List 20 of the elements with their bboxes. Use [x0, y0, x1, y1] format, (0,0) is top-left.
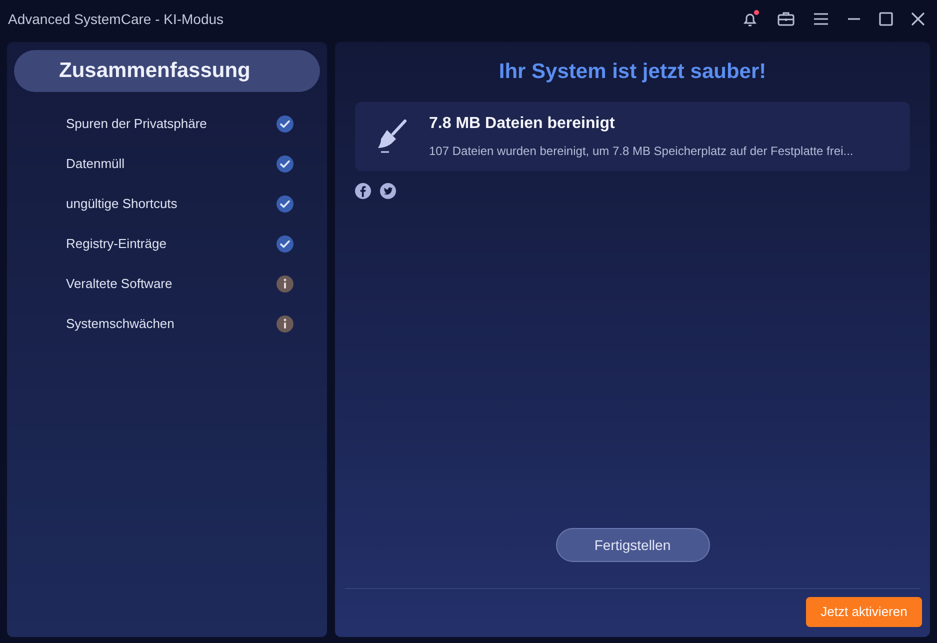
- result-detail: 107 Dateien wurden bereinigt, um 7.8 MB Speicherplatz auf der Festplatte frei...: [429, 143, 854, 160]
- window-title: Advanced SystemCare - KI-Modus: [8, 10, 224, 29]
- sidebar-item: Veraltete Software: [66, 275, 172, 294]
- finish-button[interactable]: Fertigstellen: [556, 528, 710, 562]
- facebook-icon[interactable]: [355, 182, 371, 198]
- close-icon[interactable]: [911, 12, 925, 26]
- sidebar-item: Spuren der Privatsphäre: [66, 115, 207, 134]
- sidebar-item: Systemschwächen: [66, 315, 174, 334]
- menu-icon[interactable]: [813, 12, 829, 26]
- main-title: Ihr System ist jetzt sauber!: [498, 59, 768, 85]
- sidebar-item: Registry-Einträge: [66, 235, 166, 254]
- maximize-icon[interactable]: [879, 12, 893, 26]
- toolbox-icon[interactable]: [777, 10, 795, 28]
- bell-icon[interactable]: [741, 10, 759, 28]
- broom-icon: [375, 118, 409, 154]
- result-title: 7.8 MB Dateien bereinigt: [429, 114, 616, 134]
- sidebar-item: ungültige Shortcuts: [66, 195, 178, 214]
- sidebar-item: Datenmüll: [66, 155, 125, 174]
- sidebar-tab[interactable]: Zusammenfassung: [14, 50, 320, 92]
- twitter-icon[interactable]: [380, 182, 396, 198]
